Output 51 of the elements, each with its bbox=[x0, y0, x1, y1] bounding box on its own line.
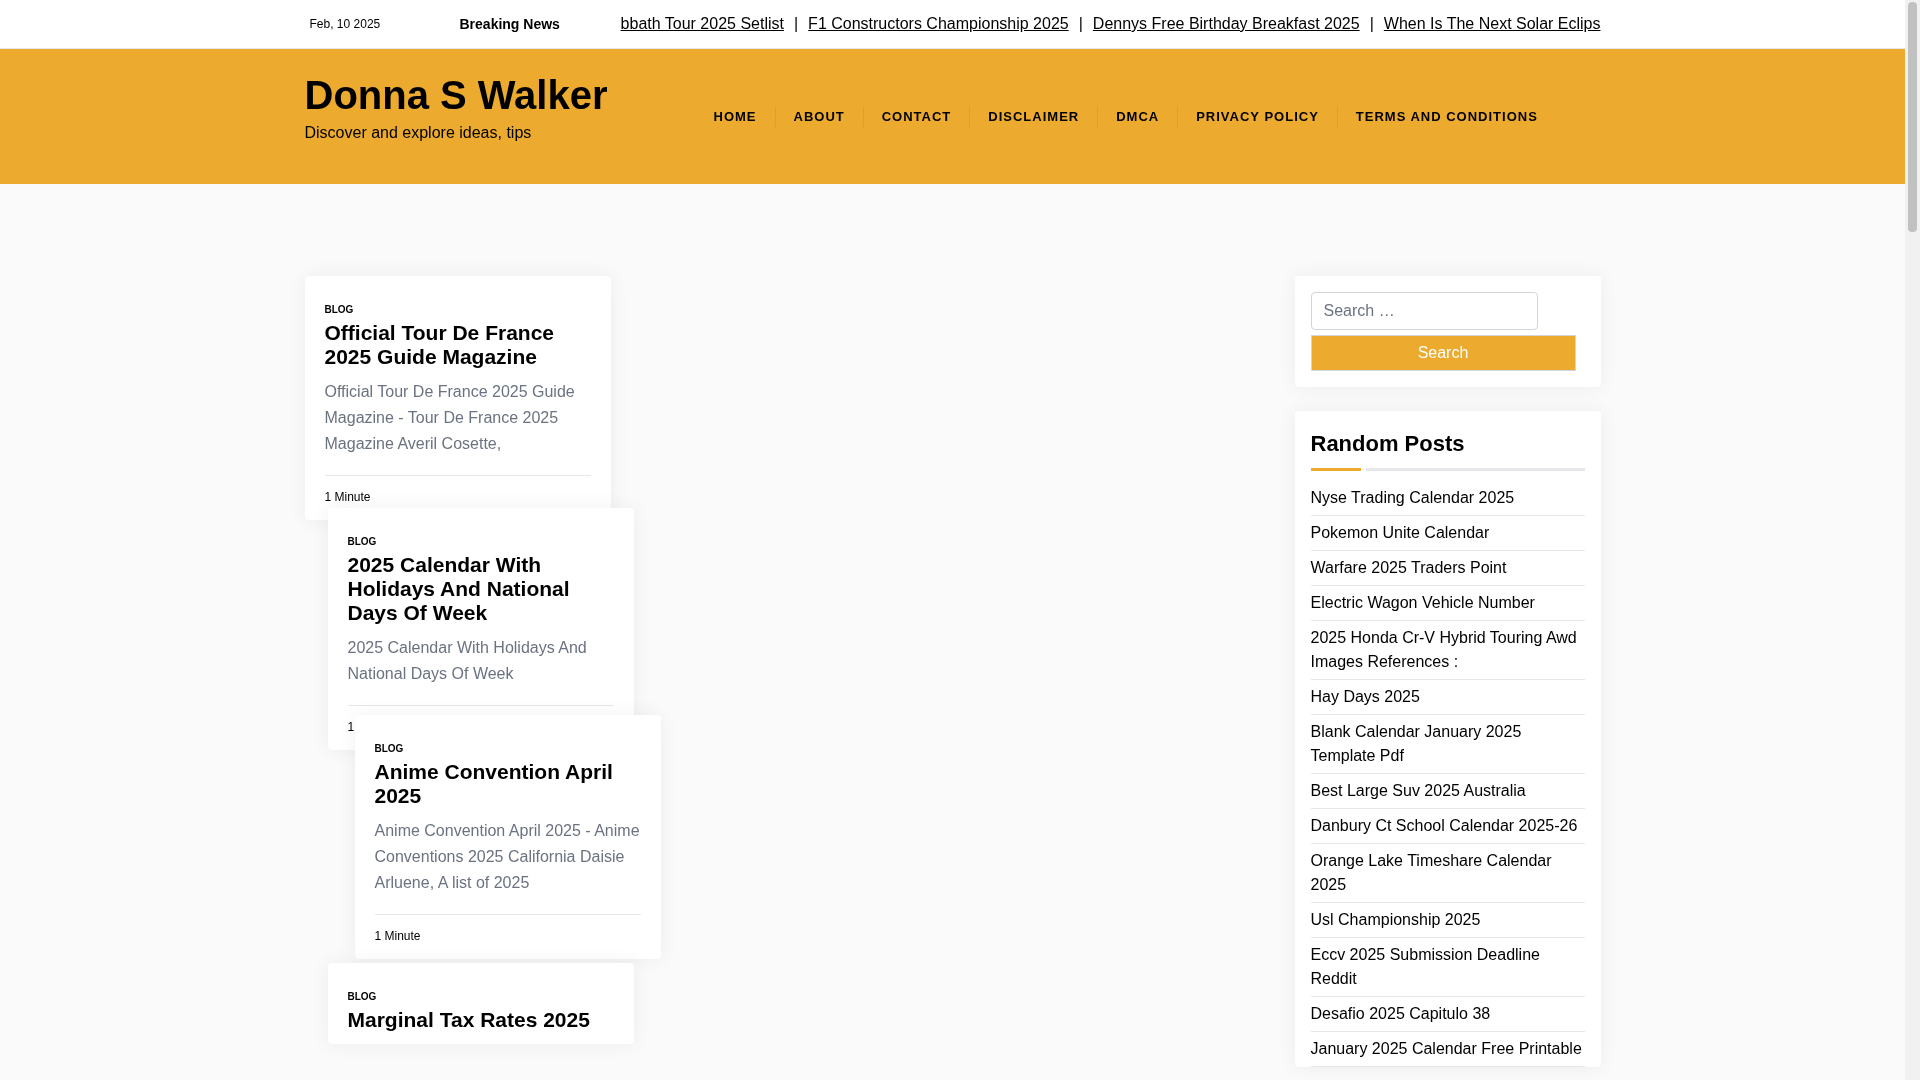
nav-link[interactable]: ABOUT bbox=[774, 107, 863, 127]
read-time: 1 Minute bbox=[374, 929, 421, 943]
category-link[interactable]: BLOG bbox=[347, 989, 614, 1004]
ticker-link[interactable]: Dennys Free Birthday Breakfast 2025 bbox=[1092, 12, 1360, 36]
widget-title: Random Posts bbox=[1310, 430, 1466, 458]
breaking-news-label: Breaking News bbox=[459, 14, 561, 34]
post-title[interactable]: Official Tour De France 2025 Guide Magazine bbox=[324, 321, 591, 369]
random-post-link[interactable]: Electric Wagon Vehicle Number bbox=[1310, 591, 1585, 615]
ticker-link[interactable]: bbath Tour 2025 Setlist bbox=[620, 12, 784, 36]
random-post-link[interactable]: Best Large Suv 2025 Australia bbox=[1310, 779, 1585, 803]
separator: | bbox=[793, 14, 799, 34]
separator: | bbox=[1369, 14, 1374, 34]
random-post-link[interactable]: Nyse Trading Calendar 2025 bbox=[1310, 486, 1585, 510]
random-post-link[interactable]: Warfare 2025 Traders Point bbox=[1310, 556, 1585, 580]
post-title[interactable]: Anime Convention April 2025 bbox=[374, 760, 641, 808]
category-link[interactable]: BLOG bbox=[324, 302, 591, 317]
ticker-link[interactable]: When Is The Next Solar Eclips bbox=[1383, 12, 1601, 36]
site-title[interactable]: Donna S Walker bbox=[304, 69, 696, 121]
post-title[interactable]: 2025 Calendar With Holidays And National Days Of Week bbox=[347, 553, 614, 625]
nav-link[interactable]: HOME bbox=[695, 107, 775, 127]
random-post-link[interactable]: 2025 Honda Cr-V Hybrid Touring Awd Images References : bbox=[1310, 626, 1585, 674]
nav-link[interactable]: DMCA bbox=[1097, 107, 1178, 127]
random-post-link[interactable]: Blank Calendar January 2025 Template Pdf bbox=[1310, 720, 1585, 768]
random-post-link[interactable]: Orange Lake Timeshare Calendar 2025 bbox=[1310, 849, 1585, 897]
random-post-link[interactable]: Hay Days 2025 bbox=[1310, 685, 1585, 709]
post-excerpt: Official Tour De France 2025 Guide Magazine - Tour De France 2025 Magazine Averil Cosette, bbox=[324, 382, 576, 454]
scrollbar-thumb[interactable] bbox=[1908, 2, 1917, 232]
post-excerpt: Anime Convention April 2025 - Anime Conventions 2025 California Daisie Arluene, A list of 2025 bbox=[374, 821, 641, 893]
title-underline-accent bbox=[1310, 468, 1361, 471]
random-post-link[interactable]: Danbury Ct School Calendar 2025-26 bbox=[1310, 814, 1585, 838]
read-time: 1 bbox=[347, 720, 355, 734]
random-post-link[interactable]: January 2025 Calendar Free Printable bbox=[1310, 1037, 1585, 1061]
scrollbar[interactable] bbox=[1905, 0, 1920, 1080]
random-post-link[interactable]: Eccv 2025 Submission Deadline Reddit bbox=[1310, 943, 1585, 991]
nav-link[interactable]: TERMS AND CONDITIONS bbox=[1336, 107, 1556, 127]
ticker-link[interactable]: F1 Constructors Championship 2025 bbox=[808, 12, 1069, 36]
category-link[interactable]: BLOG bbox=[374, 741, 641, 756]
nav-link[interactable]: DISCLAIMER bbox=[969, 107, 1098, 127]
random-post-link[interactable]: Pokemon Unite Calendar bbox=[1310, 521, 1585, 545]
site-tagline: Discover and explore ideas, tips bbox=[304, 123, 533, 143]
random-post-link[interactable]: Desafio 2025 Capitulo 38 bbox=[1310, 1002, 1585, 1026]
post-excerpt: 2025 Calendar With Holidays And National Days Of Week bbox=[347, 638, 588, 684]
category-link[interactable]: BLOG bbox=[347, 534, 614, 549]
separator: | bbox=[1078, 14, 1083, 34]
nav-link[interactable]: CONTACT bbox=[862, 107, 970, 127]
read-time: 1 Minute bbox=[324, 490, 371, 504]
date-text: Feb, 10 2025 bbox=[309, 16, 382, 33]
nav-link[interactable]: PRIVACY POLICY bbox=[1177, 107, 1337, 127]
random-post-link[interactable]: Usl Championship 2025 bbox=[1310, 908, 1585, 932]
search-field[interactable]: Search … bbox=[1310, 292, 1538, 330]
post-title[interactable]: Marginal Tax Rates 2025 bbox=[347, 1008, 614, 1032]
